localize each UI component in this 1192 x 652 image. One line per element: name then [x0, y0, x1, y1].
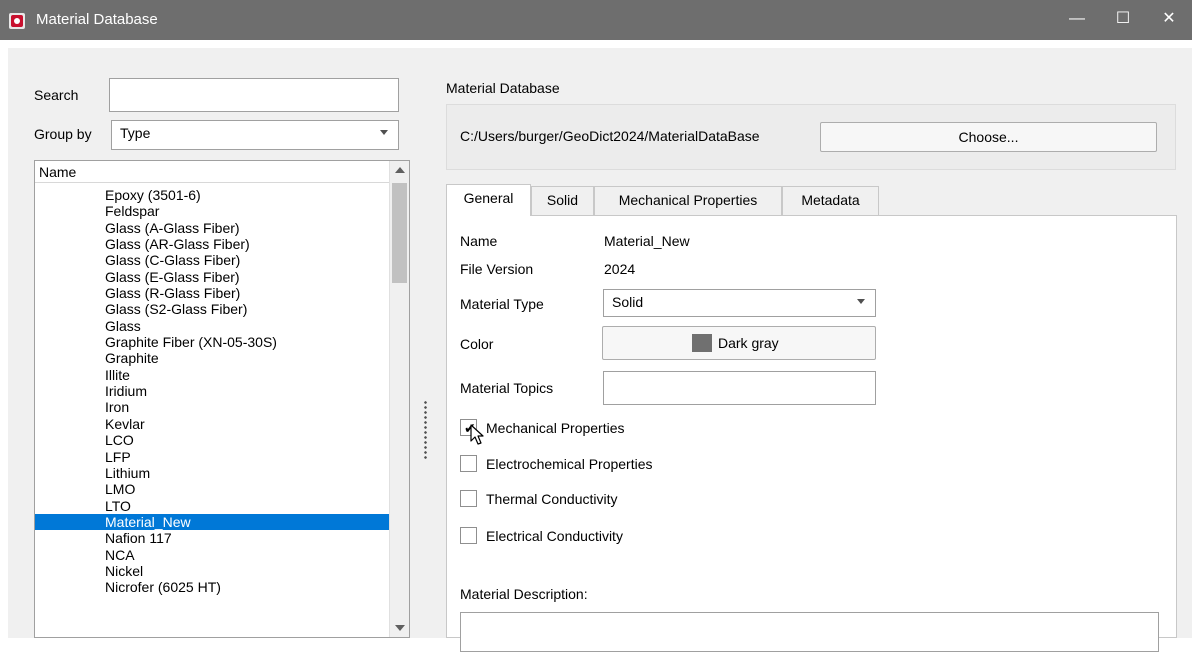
- mouse-cursor-icon: [470, 424, 486, 449]
- name-label: Name: [460, 233, 498, 249]
- electrical-conductivity-label[interactable]: Electrical Conductivity: [486, 528, 623, 544]
- material-topics-input[interactable]: [603, 371, 876, 405]
- list-header[interactable]: Name: [35, 161, 389, 183]
- section-label: Material Database: [446, 80, 560, 96]
- list-item[interactable]: Kevlar: [35, 416, 389, 432]
- list-item[interactable]: Glass (C-Glass Fiber): [35, 252, 389, 268]
- list-item[interactable]: Glass (E-Glass Fiber): [35, 269, 389, 285]
- scroll-down-icon[interactable]: [395, 625, 405, 631]
- material-list[interactable]: Name Epoxy (3501-6) Feldspar Glass (A-Glas…: [34, 160, 410, 638]
- app-icon: [9, 13, 25, 29]
- name-value: Material_New: [604, 233, 690, 249]
- electrochemical-properties-checkbox[interactable]: [460, 455, 477, 472]
- name-column-header: Name: [39, 164, 77, 180]
- maximize-button[interactable]: ☐: [1100, 0, 1146, 40]
- tab-general[interactable]: General: [446, 184, 531, 216]
- list-item[interactable]: Glass (AR-Glass Fiber): [35, 236, 389, 252]
- groupby-label: Group by: [34, 126, 92, 142]
- electrical-conductivity-checkbox[interactable]: [460, 527, 477, 544]
- list-item[interactable]: NCA: [35, 547, 389, 563]
- chevron-down-icon: [380, 130, 388, 135]
- list-item[interactable]: Nafion 117: [35, 530, 389, 546]
- material-description-label: Material Description:: [460, 586, 588, 602]
- list-item[interactable]: LTO: [35, 498, 389, 514]
- electrochemical-properties-label[interactable]: Electrochemical Properties: [486, 456, 653, 472]
- material-topics-label: Material Topics: [460, 380, 554, 396]
- material-type-label: Material Type: [460, 296, 544, 312]
- tab-mechanical-properties[interactable]: Mechanical Properties: [594, 186, 782, 215]
- list-item[interactable]: LCO: [35, 432, 389, 448]
- list-item[interactable]: Material_New: [35, 513, 389, 531]
- list-item[interactable]: Glass (R-Glass Fiber): [35, 285, 389, 301]
- list-item[interactable]: Iridium: [35, 383, 389, 399]
- color-swatch: [692, 334, 712, 352]
- list-item[interactable]: Illite: [35, 367, 389, 383]
- thermal-conductivity-checkbox[interactable]: [460, 490, 477, 507]
- list-item[interactable]: Graphite Fiber (XN-05-30S): [35, 334, 389, 350]
- thermal-conductivity-label[interactable]: Thermal Conductivity: [486, 491, 618, 507]
- groupby-select[interactable]: Type: [111, 120, 399, 150]
- title-bar: Material Database — ☐ ✕: [0, 0, 1192, 40]
- material-type-value: Solid: [612, 294, 644, 310]
- list-item[interactable]: LFP: [35, 449, 389, 465]
- color-button[interactable]: Dark gray: [602, 326, 876, 360]
- mechanical-properties-label[interactable]: Mechanical Properties: [486, 420, 625, 436]
- window-title: Material Database: [36, 11, 158, 28]
- list-item[interactable]: Feldspar: [35, 203, 389, 219]
- minimize-button[interactable]: —: [1054, 0, 1100, 40]
- list-item[interactable]: LMO: [35, 481, 389, 497]
- material-description-input[interactable]: [460, 612, 1159, 652]
- color-value: Dark gray: [718, 335, 779, 351]
- list-item[interactable]: Graphite: [35, 350, 389, 366]
- list-item[interactable]: Lithium: [35, 465, 389, 481]
- list-item[interactable]: Nickel: [35, 563, 389, 579]
- color-label: Color: [460, 336, 494, 352]
- chevron-down-icon: [857, 299, 865, 304]
- search-label: Search: [34, 87, 79, 103]
- grip-icon: [424, 400, 427, 460]
- scroll-up-icon[interactable]: [395, 167, 405, 173]
- search-input[interactable]: [109, 78, 399, 112]
- list-item[interactable]: Glass: [35, 318, 389, 334]
- choose-button[interactable]: Choose...: [820, 122, 1157, 152]
- tab-solid[interactable]: Solid: [531, 186, 594, 215]
- close-button[interactable]: ✕: [1146, 0, 1192, 40]
- list-item[interactable]: Nicrofer (6025 HT): [35, 579, 389, 595]
- file-version-value: 2024: [604, 261, 636, 277]
- material-type-select[interactable]: Solid: [603, 289, 876, 317]
- scroll-thumb[interactable]: [392, 183, 407, 283]
- groupby-value: Type: [120, 125, 151, 141]
- list-item[interactable]: Epoxy (3501-6): [35, 187, 389, 203]
- list-scrollbar[interactable]: [389, 161, 409, 637]
- tab-metadata[interactable]: Metadata: [782, 186, 879, 215]
- database-path: C:/Users/burger/GeoDict2024/MaterialData…: [460, 128, 760, 144]
- list-items: Epoxy (3501-6) Feldspar Glass (A-Glass Fib…: [35, 187, 389, 596]
- list-item[interactable]: Glass (A-Glass Fiber): [35, 220, 389, 236]
- list-item[interactable]: Glass (S2-Glass Fiber): [35, 301, 389, 317]
- splitter-handle[interactable]: [422, 48, 430, 638]
- list-item[interactable]: Iron: [35, 399, 389, 415]
- file-version-label: File Version: [460, 261, 534, 277]
